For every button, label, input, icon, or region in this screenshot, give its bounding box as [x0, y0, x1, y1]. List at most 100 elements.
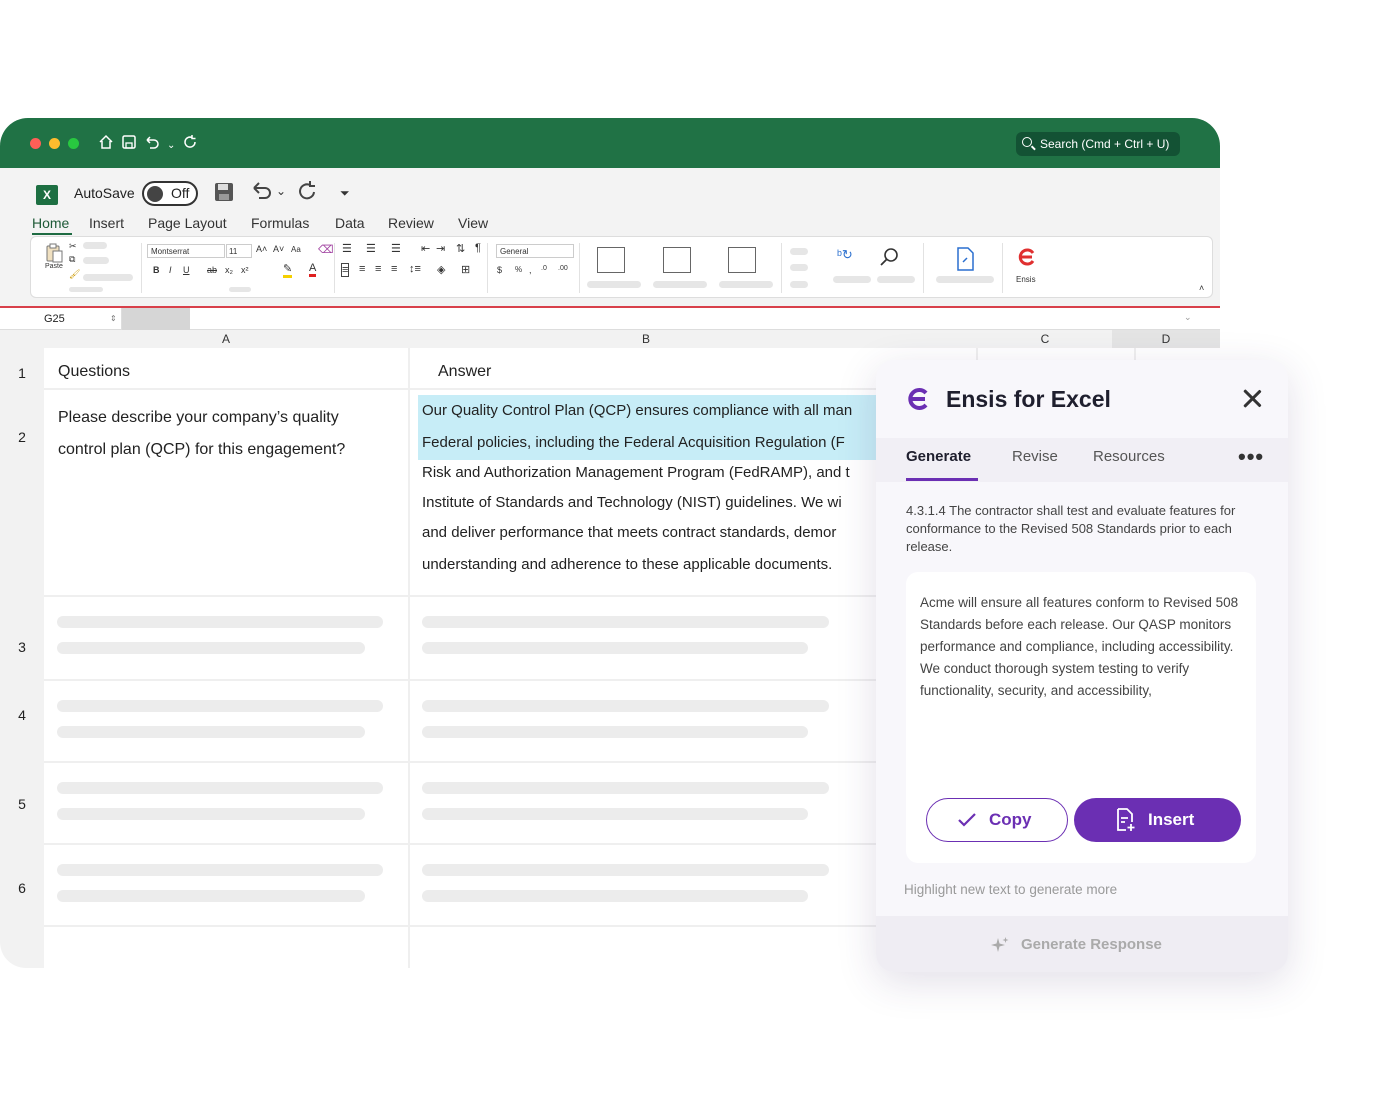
delete-cells-icon[interactable]	[790, 264, 808, 271]
undo-icon[interactable]	[143, 134, 161, 150]
align-right-icon[interactable]: ≡	[375, 263, 381, 275]
bold-icon[interactable]: B	[153, 265, 160, 275]
paragraph-marks-icon[interactable]: ¶	[475, 242, 481, 254]
insert-button[interactable]: Insert	[1074, 798, 1241, 842]
bullets-icon[interactable]: ☰	[342, 242, 352, 255]
row-header-4[interactable]: 4	[0, 707, 44, 723]
undo-icon[interactable]	[250, 180, 274, 202]
save-icon[interactable]	[121, 134, 137, 150]
undo-dropdown-icon[interactable]: ⌄	[167, 137, 175, 155]
customize-toolbar-icon[interactable]: ⏷	[340, 186, 350, 201]
decrease-indent-icon[interactable]: ⇤	[421, 242, 430, 255]
subscript-icon[interactable]: x₂	[225, 265, 233, 275]
number-format-select[interactable]: General	[496, 244, 574, 258]
home-icon[interactable]	[98, 134, 114, 150]
increase-decimal-icon[interactable]: .0	[541, 265, 547, 272]
column-header-d[interactable]: D	[1112, 330, 1220, 348]
name-box-stepper-icon[interactable]: ⇕	[110, 308, 117, 330]
cell-b2[interactable]: Our Quality Control Plan (QCP) ensures c…	[410, 392, 876, 588]
tab-formulas[interactable]: Formulas	[251, 215, 309, 231]
cut-icon[interactable]: ✂	[69, 241, 77, 252]
search-icon[interactable]	[879, 246, 901, 268]
column-header-b[interactable]: B	[410, 330, 882, 348]
autosave-toggle[interactable]: Off	[142, 181, 198, 206]
comma-style-icon[interactable]: ,	[529, 265, 532, 275]
tab-page-layout[interactable]: Page Layout	[148, 215, 227, 231]
numbering-icon[interactable]: ☰	[366, 242, 376, 255]
copy-button[interactable]: Copy	[926, 798, 1068, 842]
sort-icon[interactable]: ⇅	[456, 242, 465, 255]
column-header-a[interactable]: A	[44, 330, 408, 348]
tab-data[interactable]: Data	[335, 215, 365, 231]
redo-icon[interactable]	[182, 134, 198, 150]
clear-formatting-icon[interactable]: ⌫	[318, 243, 334, 256]
ensis-logo-icon[interactable]	[1017, 247, 1037, 267]
redo-icon[interactable]	[296, 180, 320, 202]
shading-icon[interactable]: ◈	[437, 263, 445, 276]
tab-view[interactable]: View	[458, 215, 488, 231]
row-header-6[interactable]: 6	[0, 880, 44, 896]
tab-resources[interactable]: Resources	[1093, 448, 1165, 465]
more-options-icon[interactable]: •••	[1238, 444, 1264, 470]
font-size-select[interactable]: 11	[226, 244, 252, 258]
insert-cells-icon[interactable]	[790, 248, 808, 255]
line-spacing-icon[interactable]: ↕≡	[409, 263, 421, 275]
cell-a2-line2[interactable]: control plan (QCP) for this engagement?	[58, 441, 345, 459]
italic-icon[interactable]: I	[169, 265, 172, 275]
format-as-table-icon[interactable]	[663, 247, 691, 273]
generate-response-button[interactable]: Generate Response	[876, 916, 1288, 972]
maximize-window-button[interactable]	[68, 138, 79, 149]
response-text[interactable]: Acme will ensure all features conform to…	[920, 592, 1250, 702]
column-header-c[interactable]: C	[978, 330, 1112, 348]
strikethrough-icon[interactable]: ab	[207, 265, 217, 275]
align-center-icon[interactable]: ≡	[359, 263, 365, 275]
copy-icon[interactable]: ⧉	[69, 254, 75, 265]
borders-icon[interactable]: ⊞	[461, 263, 470, 276]
search-input[interactable]: Search (Cmd + Ctrl + U)	[1016, 132, 1180, 156]
percent-icon[interactable]: %	[515, 265, 522, 274]
document-link-icon[interactable]	[956, 247, 974, 271]
font-color-icon[interactable]: A	[309, 262, 317, 277]
close-icon[interactable]	[1242, 388, 1262, 408]
superscript-icon[interactable]: x²	[241, 265, 249, 275]
tab-review[interactable]: Review	[388, 215, 434, 231]
row-header-5[interactable]: 5	[0, 796, 44, 812]
format-cells-icon[interactable]	[790, 281, 808, 288]
cell-styles-icon[interactable]	[728, 247, 756, 273]
change-case-icon[interactable]: Aa	[291, 245, 301, 254]
formula-fx-area[interactable]	[122, 308, 190, 330]
save-icon[interactable]	[214, 182, 234, 202]
insert-document-icon	[1117, 808, 1135, 831]
increase-indent-icon[interactable]: ⇥	[436, 242, 445, 255]
minimize-window-button[interactable]	[49, 138, 60, 149]
multilevel-list-icon[interactable]: ☰	[391, 242, 401, 255]
align-left-icon[interactable]: ≡	[341, 263, 350, 277]
currency-icon[interactable]: $	[497, 265, 502, 275]
paste-icon[interactable]	[45, 243, 63, 263]
format-painter-icon[interactable]: 🖌	[69, 269, 80, 280]
find-replace-icon[interactable]: ᵇ↻	[837, 247, 853, 263]
tab-revise[interactable]: Revise	[1012, 448, 1058, 465]
name-box[interactable]: G25 ⇕	[0, 308, 122, 330]
underline-icon[interactable]: U	[183, 265, 190, 275]
conditional-formatting-icon[interactable]	[597, 247, 625, 273]
row-header-3[interactable]: 3	[0, 639, 44, 655]
tab-generate[interactable]: Generate	[906, 448, 971, 465]
undo-dropdown-icon[interactable]: ⌄	[276, 184, 286, 198]
highlight-icon[interactable]: ✎	[283, 262, 293, 278]
font-name-select[interactable]: Montserrat	[147, 244, 225, 258]
cell-b1[interactable]: Answer	[438, 363, 491, 381]
row-header-2[interactable]: 2	[0, 429, 44, 445]
collapse-ribbon-icon[interactable]: ˄	[1199, 283, 1204, 293]
justify-icon[interactable]: ≡	[391, 263, 397, 275]
increase-font-icon[interactable]: A˄	[256, 244, 267, 254]
close-window-button[interactable]	[30, 138, 41, 149]
tab-home[interactable]: Home	[32, 215, 69, 231]
decrease-decimal-icon[interactable]: .00	[558, 265, 568, 272]
row-header-1[interactable]: 1	[0, 365, 44, 381]
cell-a1[interactable]: Questions	[58, 363, 130, 381]
decrease-font-icon[interactable]: A˅	[273, 244, 284, 254]
cell-a2-line1[interactable]: Please describe your company’s quality	[58, 409, 339, 427]
formula-expand-icon[interactable]: ⌄	[1184, 312, 1192, 323]
tab-insert[interactable]: Insert	[89, 215, 124, 231]
